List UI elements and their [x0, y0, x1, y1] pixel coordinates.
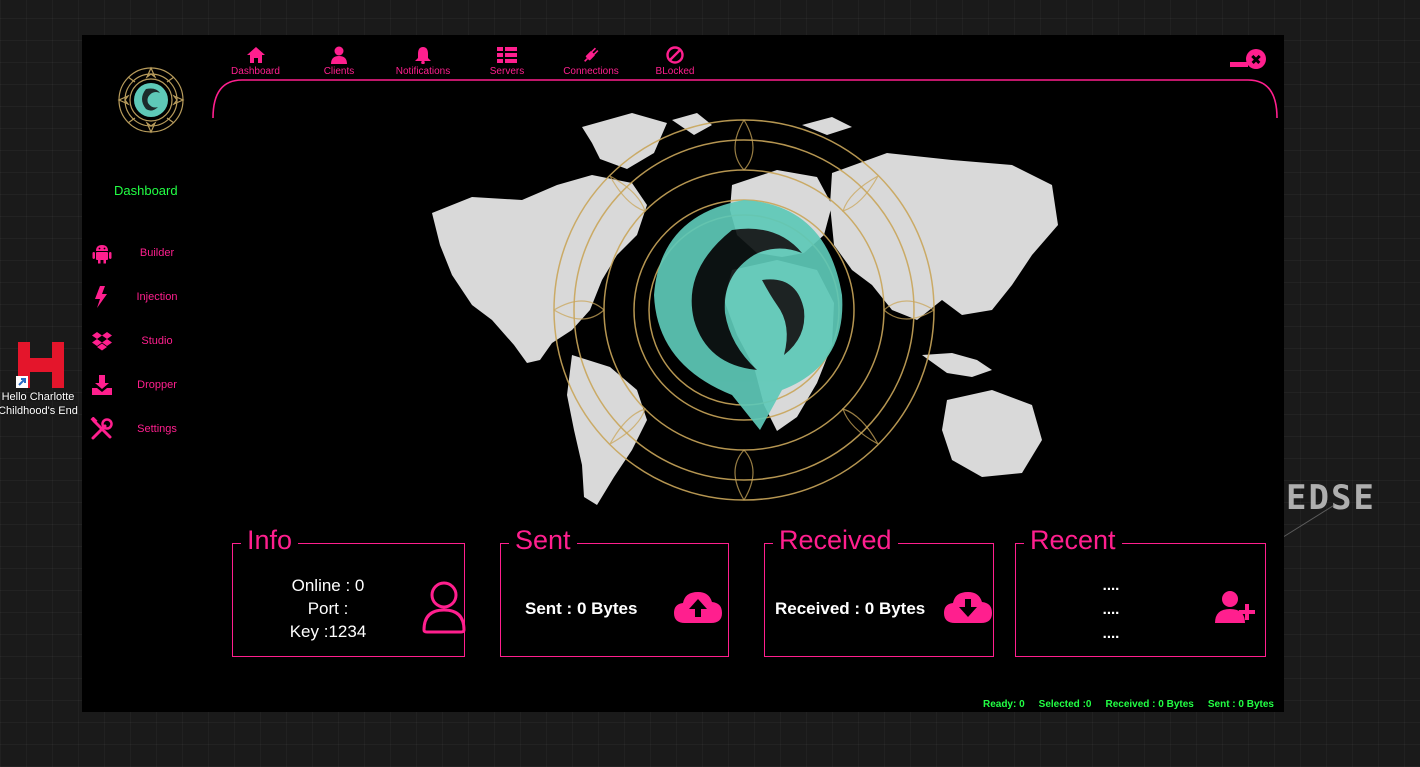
sidebar-item-label: Studio: [141, 335, 173, 347]
shortcut-icon: [16, 340, 66, 390]
recent-item: ....: [1102, 601, 1120, 618]
dropbox-icon: [90, 329, 114, 353]
asia-shape: [830, 153, 1058, 320]
received-panel: Received Received : 0 Bytes: [764, 524, 994, 657]
status-selected: Selected :0: [1038, 699, 1092, 710]
download-icon: [90, 373, 114, 397]
topnav-label: BLocked: [655, 66, 695, 77]
sidebar-item-injection[interactable]: Injection: [90, 285, 200, 309]
cloud-download-icon: [944, 592, 992, 623]
status-received: Received : 0 Bytes: [1105, 699, 1194, 710]
mandala-logo-icon: [117, 66, 185, 134]
australia-shape: [942, 390, 1042, 477]
received-panel-title: Received: [773, 524, 898, 556]
received-bytes-text: Received : 0 Bytes: [775, 599, 926, 618]
arctic-islands-shape: [672, 113, 852, 135]
info-panel-title: Info: [241, 524, 299, 556]
topnav-notifications[interactable]: Notifications: [389, 41, 457, 77]
sidebar-item-label: Builder: [139, 247, 175, 259]
world-map-image: [432, 113, 1058, 505]
list-icon: [497, 47, 517, 63]
home-icon: [246, 47, 265, 63]
north-america-shape: [432, 175, 647, 363]
topnav-connections[interactable]: Connections: [557, 41, 625, 77]
topnav-label: Connections: [563, 66, 619, 77]
topnav-servers[interactable]: Servers: [457, 41, 557, 77]
cloud-upload-icon: [674, 592, 722, 623]
top-navigation: Dashboard Clients Notifications Servers …: [222, 41, 725, 77]
wallpaper-text: EDSE: [1286, 478, 1376, 518]
recent-item: ....: [1102, 625, 1120, 642]
info-panel: Info Online : 0 Port : Key :1234: [232, 524, 466, 657]
status-sent: Sent : 0 Bytes: [1207, 699, 1274, 710]
sidebar-item-dropper[interactable]: Dropper: [90, 373, 200, 397]
shortcut-label-2: Childhood's End: [0, 405, 78, 417]
bolt-icon: [90, 285, 114, 309]
port-value: Port :: [307, 599, 349, 618]
user-outline-icon: [422, 581, 466, 634]
sidebar-item-label: Injection: [136, 291, 178, 303]
sidebar-title: Dashboard: [114, 183, 178, 198]
topnav-label: Servers: [489, 66, 525, 77]
sidebar-item-builder[interactable]: Builder: [90, 241, 200, 265]
greenland-shape: [582, 113, 667, 169]
indonesia-shape: [922, 353, 992, 377]
topnav-blocked[interactable]: BLocked: [625, 41, 725, 77]
app-window: Dashboard Clients Notifications Servers …: [82, 35, 1284, 712]
user-plus-icon: [1215, 591, 1255, 623]
user-icon: [331, 46, 347, 64]
recent-panel: Recent .... .... ....: [1015, 524, 1266, 657]
tools-icon: [90, 417, 114, 441]
close-button[interactable]: [1246, 49, 1266, 69]
online-count: Online : 0: [291, 576, 365, 595]
topnav-dashboard[interactable]: Dashboard: [222, 41, 289, 77]
plug-icon: [584, 47, 599, 62]
ban-icon: [666, 46, 684, 64]
bell-icon: [415, 47, 431, 64]
status-ready: Ready: 0: [982, 699, 1025, 710]
recent-panel-title: Recent: [1024, 524, 1122, 556]
minimize-button[interactable]: [1230, 61, 1248, 67]
sent-bytes-text: Sent : 0 Bytes: [525, 599, 638, 618]
recent-item: ....: [1102, 577, 1120, 594]
sidebar-item-label: Settings: [137, 423, 177, 435]
sidebar-item-label: Dropper: [137, 379, 177, 391]
topnav-label: Clients: [323, 66, 355, 77]
shortcut-label-1: Hello Charlotte: [1, 391, 75, 403]
south-america-shape: [567, 355, 647, 505]
topnav-clients[interactable]: Clients: [289, 41, 389, 77]
sent-panel: Sent Sent : 0 Bytes: [500, 524, 729, 657]
status-bar: Ready: 0 Selected :0 Received : 0 Bytes …: [983, 699, 1274, 710]
topnav-label: Notifications: [395, 66, 451, 77]
topnav-label: Dashboard: [231, 66, 280, 77]
window-controls: [1230, 49, 1266, 69]
sidebar-item-settings[interactable]: Settings: [90, 417, 200, 441]
sent-panel-title: Sent: [509, 524, 577, 556]
desktop-shortcut[interactable]: Hello Charlotte Childhood's End: [0, 340, 82, 418]
key-value: Key :1234: [289, 622, 367, 641]
sidebar-item-studio[interactable]: Studio: [90, 329, 200, 353]
android-icon: [90, 241, 114, 265]
